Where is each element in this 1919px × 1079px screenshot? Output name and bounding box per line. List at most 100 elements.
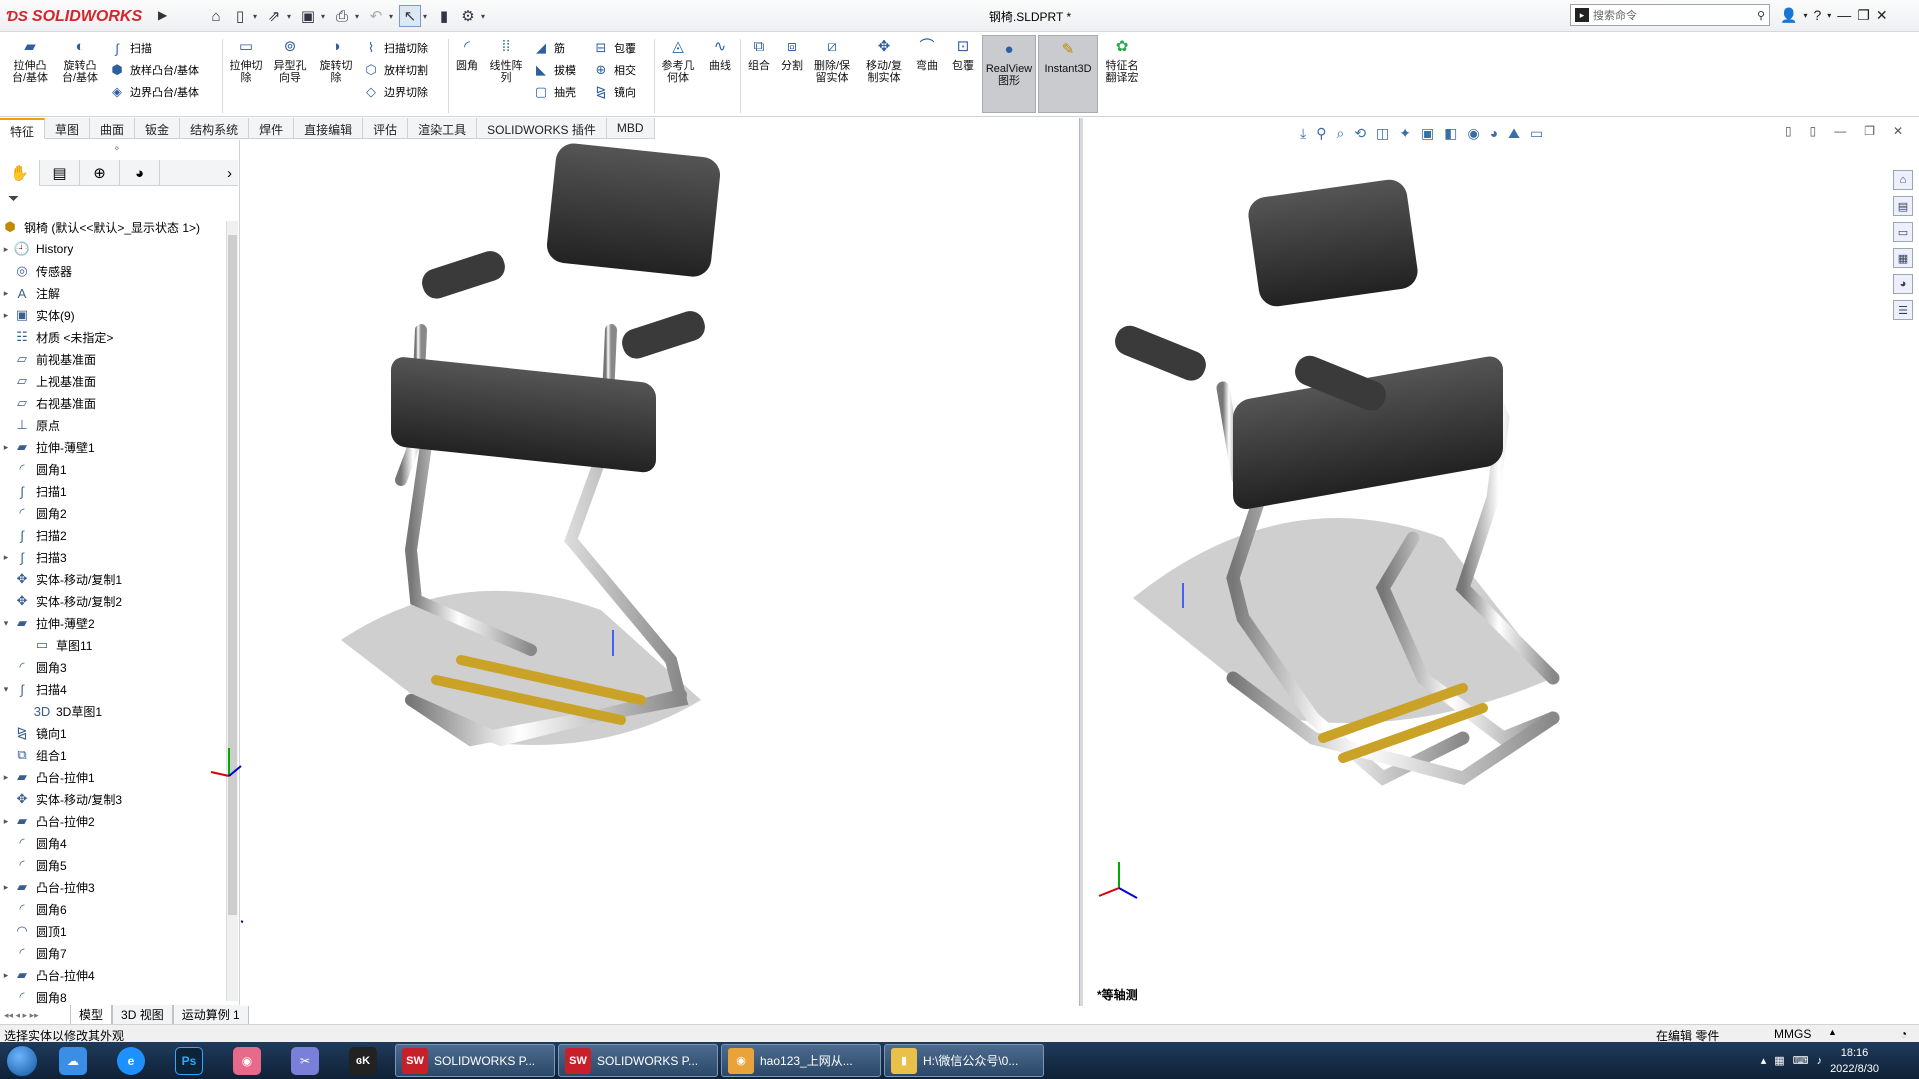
expand-arrow-icon[interactable]: ▾ [0, 618, 12, 629]
tree-item[interactable]: ▱ 上视基准面 [0, 370, 224, 392]
tree-item[interactable]: ▭ 草图11 [0, 634, 224, 656]
undo-icon[interactable]: ↶ [365, 5, 387, 27]
tab-model[interactable]: 模型 [70, 1005, 113, 1025]
tab-motion-study[interactable]: 运动算例 1 [172, 1005, 249, 1025]
tab-structure-system[interactable]: 结构系统 [180, 118, 250, 139]
pinned-app-5[interactable]: ✂ [276, 1042, 334, 1079]
search-commands-input[interactable]: ▸ 搜索命令 ⚲ [1570, 4, 1770, 26]
expand-arrow-icon[interactable]: ▸ [0, 816, 12, 827]
tree-item[interactable]: ◠ 圆顶1 [0, 920, 224, 942]
boundary-cut-button[interactable]: ◇ 边界切除 [362, 83, 428, 101]
configuration-manager-tab-icon[interactable]: ⊕ [80, 160, 120, 186]
tab-features[interactable]: 特征 [0, 118, 46, 139]
tab-addins[interactable]: SOLIDWORKS 插件 [477, 118, 607, 139]
viewport-restore-icon[interactable]: ❐ [1864, 124, 1875, 138]
linear-pattern-button[interactable]: ⁞⁞ 线性阵 列 [486, 37, 526, 84]
rebuild-icon[interactable]: ▮ [433, 5, 455, 27]
menu-expand-arrow[interactable]: ▶ [158, 8, 167, 22]
pinned-photoshop[interactable]: Ps [160, 1042, 218, 1079]
expand-arrow-icon[interactable]: ▸ [0, 970, 12, 981]
tree-item[interactable]: ⧉ 组合1 [0, 744, 224, 766]
tab-weldments[interactable]: 焊件 [249, 118, 295, 139]
tree-item[interactable]: ⊥ 原点 [0, 414, 224, 436]
print-icon[interactable]: ⎙ [331, 5, 353, 27]
filter-icon[interactable]: ⏷ [8, 190, 19, 207]
file-explorer-tab-icon[interactable]: ▭ [1893, 222, 1913, 242]
tree-item[interactable]: ◜ 圆角1 [0, 458, 224, 480]
volume-icon[interactable]: ♪ [1817, 1055, 1823, 1067]
tab-surfaces[interactable]: 曲面 [90, 118, 136, 139]
expand-arrow-icon[interactable]: ▸ [0, 552, 12, 563]
apply-scene-icon[interactable]: ⛰ [1508, 125, 1520, 142]
pinned-app-4[interactable]: ◉ [218, 1042, 276, 1079]
custom-properties-tab-icon[interactable]: ☰ [1893, 300, 1913, 320]
tray-expand-icon[interactable]: ▴ [1761, 1054, 1767, 1067]
revolve-boss-button[interactable]: ◐ 旋转凸 台/基体 [58, 37, 102, 84]
units-selector[interactable]: MMGS [1774, 1027, 1811, 1041]
status-options-icon[interactable]: ◔ [1900, 1027, 1907, 1041]
zoom-to-fit-icon[interactable]: ⤓ [1300, 125, 1306, 142]
tab-mbd[interactable]: MBD [606, 118, 655, 139]
chair-model-view-right[interactable] [1083, 118, 1919, 1006]
tree-item[interactable]: ▸ A 注解 [0, 282, 224, 304]
undo-dropdown-icon[interactable]: ▾ [389, 12, 397, 21]
boss-extrude-button[interactable]: ▰ 拉伸凸 台/基体 [8, 37, 52, 84]
tree-item[interactable]: ∫ 扫描2 [0, 524, 224, 546]
sweep-button[interactable]: ∫ 扫描 [108, 39, 152, 57]
zoom-to-area-icon[interactable]: ⚲ [1316, 125, 1326, 142]
tab-navigation-arrows[interactable]: ◂◂ ◂ ▸ ▸▸ [0, 1010, 70, 1021]
feature-translate-button[interactable]: ✿ 特征名 翻译宏 [1102, 37, 1142, 84]
zoom-icon[interactable]: ⌕ [1336, 125, 1344, 142]
tab-sketch[interactable]: 草图 [45, 118, 91, 139]
expand-arrow-icon[interactable]: ▸ [0, 882, 12, 893]
tree-item[interactable]: ▸ ▣ 实体(9) [0, 304, 224, 326]
taskbar-app[interactable]: ◉ hao123_上网从... [721, 1044, 881, 1077]
view-orientation-icon[interactable]: ▣ [1421, 125, 1434, 142]
viewport-minimize-icon[interactable]: — [1834, 124, 1846, 138]
tree-item[interactable]: ⧎ 镜向1 [0, 722, 224, 744]
tree-item[interactable]: ▸ ∫ 扫描3 [0, 546, 224, 568]
new-document-icon[interactable]: ▯ [229, 5, 251, 27]
appearances-tab-icon[interactable]: ◕ [1893, 274, 1913, 294]
feature-manager-tab-icon[interactable]: ✋ [0, 160, 40, 186]
options-dropdown-icon[interactable]: ▾ [481, 12, 489, 21]
search-icon[interactable]: ⚲ [1757, 9, 1765, 22]
solidworks-logo[interactable]: ƊS SOLIDWORKS [6, 4, 154, 29]
user-dropdown-icon[interactable]: ▾ [1803, 11, 1807, 20]
draft-button[interactable]: ◣ 拔模 [532, 61, 576, 79]
tree-item[interactable]: ◜ 圆角6 [0, 898, 224, 920]
start-button[interactable] [0, 1042, 44, 1079]
network-icon[interactable]: ▦ [1774, 1054, 1784, 1067]
rib-button[interactable]: ◢ 筋 [532, 39, 565, 57]
section-view-icon[interactable]: ◫ [1376, 125, 1389, 142]
save-dropdown-icon[interactable]: ▾ [321, 12, 329, 21]
tree-item[interactable]: ▸ ▰ 凸台-拉伸3 [0, 876, 224, 898]
expand-arrow-icon[interactable]: ▸ [0, 772, 12, 783]
tree-item[interactable]: ▸ ▰ 拉伸-薄壁1 [0, 436, 224, 458]
expand-arrow-icon[interactable]: ▸ [0, 442, 12, 453]
property-manager-tab-icon[interactable]: ▤ [40, 160, 80, 186]
move-copy-body-button[interactable]: ✥ 移动/复 制实体 [862, 37, 906, 84]
tree-item[interactable]: ◜ 圆角2 [0, 502, 224, 524]
input-method-icon[interactable]: ⌨ [1793, 1054, 1809, 1067]
open-icon[interactable]: ⇗ [263, 5, 285, 27]
graphics-viewport-left[interactable] [210, 140, 1079, 1006]
expand-arrow-icon[interactable]: ▸ [0, 310, 12, 321]
intersect-button[interactable]: ⊕ 相交 [592, 61, 636, 79]
pinned-ie[interactable]: e [102, 1042, 160, 1079]
tree-item[interactable]: ▸ 🕘 History [0, 238, 224, 260]
restore-icon[interactable]: ❐ [1857, 7, 1870, 24]
tree-scrollbar[interactable] [226, 221, 238, 1001]
edit-appearance-icon[interactable]: ◕ [1490, 125, 1498, 141]
help-dropdown-icon[interactable]: ▾ [1827, 11, 1831, 20]
expand-arrow-icon[interactable]: ▸ [0, 244, 12, 255]
curves-button[interactable]: ∿ 曲线 [704, 37, 736, 72]
hole-wizard-button[interactable]: ⊚ 异型孔 向导 [270, 37, 310, 84]
display-manager-tab-icon[interactable]: ◕ [120, 160, 160, 186]
display-style-icon[interactable]: ◧ [1444, 125, 1457, 142]
tree-item[interactable]: ✥ 实体-移动/复制3 [0, 788, 224, 810]
panel-expand-icon[interactable]: › [160, 160, 238, 186]
viewport-split-icon[interactable]: ▯ [1785, 124, 1792, 138]
tree-item[interactable]: ▾ ∫ 扫描4 [0, 678, 224, 700]
tab-evaluate[interactable]: 评估 [363, 118, 409, 139]
